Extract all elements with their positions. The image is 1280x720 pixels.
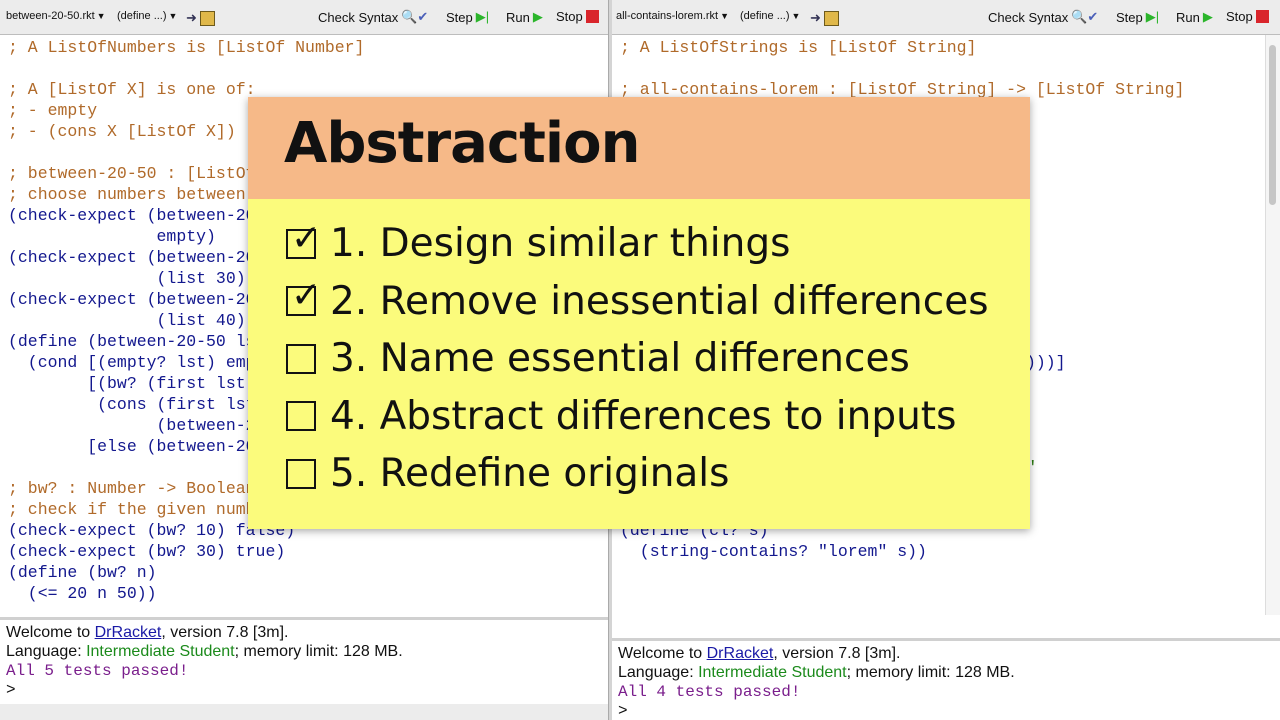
language-line: Language: Intermediate Student; memory l… — [618, 664, 1015, 681]
checklist-item: ✓ 2. Remove inessential differences — [286, 276, 989, 324]
stop-label: Stop — [556, 9, 583, 24]
checked-box-icon: ✓ — [286, 276, 321, 316]
repl-prompt[interactable]: > — [0, 681, 610, 700]
right-toolbar: all-contains-lorem.rkt ▼ (define ...) ▼ ➜ … — [612, 0, 1280, 35]
stop-icon — [585, 10, 599, 23]
welcome-line: Welcome to DrRacket, version 7.8 [3m]. — [618, 645, 901, 662]
left-status-bar — [0, 704, 610, 720]
left-save-button[interactable]: ➜ — [186, 10, 215, 26]
chevron-down-icon: ▼ — [168, 11, 178, 21]
drracket-link[interactable]: DrRacket — [707, 645, 774, 662]
language-name[interactable]: Intermediate Student — [86, 643, 235, 660]
step-label: Step — [1116, 9, 1143, 25]
right-run-button[interactable]: Run ▶ — [1176, 9, 1213, 25]
chevron-down-icon: ▼ — [96, 11, 106, 21]
overlay-body: ✓ 1. Design similar things ✓ 2. Remove ines… — [248, 199, 1030, 529]
step-label: Step — [446, 9, 473, 25]
right-interactions-area[interactable]: Welcome to DrRacket, version 7.8 [3m]. L… — [612, 638, 1280, 720]
checklist-item: 4. Abstract differences to inputs — [286, 394, 956, 439]
step-icon: ▶| — [1145, 9, 1160, 24]
arrow-right-icon: ➜ — [810, 10, 821, 25]
welcome-line: Welcome to DrRacket, version 7.8 [3m]. — [6, 624, 289, 641]
checklist-item-label: 1. Design similar things — [330, 221, 791, 266]
code-line: (check-expect (bw? 30) true) — [8, 542, 286, 561]
right-vertical-scrollbar[interactable] — [1265, 35, 1280, 615]
left-check-syntax-button[interactable]: Check Syntax 🔍✔ — [318, 9, 428, 25]
repl-prompt[interactable]: > — [612, 702, 1280, 720]
save-disk-icon — [199, 10, 215, 26]
code-line: ; A ListOfNumbers is [ListOf Number] — [8, 38, 365, 57]
unchecked-box-icon — [286, 458, 316, 489]
scrollbar-thumb[interactable] — [1269, 45, 1276, 205]
checkmark-icon: ✓ — [291, 217, 322, 259]
overlay-header: Abstraction — [248, 97, 1030, 199]
step-icon: ▶| — [475, 9, 490, 24]
chevron-down-icon: ▼ — [720, 11, 730, 21]
stop-label: Stop — [1226, 9, 1253, 24]
stop-icon — [1255, 10, 1269, 23]
run-label: Run — [506, 9, 530, 25]
magnifier-check-icon: 🔍✔ — [1071, 9, 1099, 24]
checklist-item-label: 2. Remove inessential differences — [330, 278, 989, 324]
checklist-item: ✓ 1. Design similar things — [286, 218, 791, 266]
arrow-right-icon: ➜ — [186, 10, 197, 25]
check-syntax-label: Check Syntax — [318, 9, 399, 25]
right-define-menu[interactable]: (define ...) ▼ — [740, 10, 800, 22]
code-line: (<= 20 n 50)) — [8, 584, 157, 603]
right-file-menu[interactable]: all-contains-lorem.rkt ▼ — [616, 10, 729, 22]
check-syntax-label: Check Syntax — [988, 9, 1069, 25]
checklist-item-label: 5. Redefine originals — [330, 451, 730, 496]
left-run-button[interactable]: Run ▶ — [506, 9, 543, 25]
code-line: (string-contains? "lorem" s)) — [620, 542, 927, 561]
left-toolbar: between-20-50.rkt ▼ (define ...) ▼ ➜ Check… — [0, 0, 610, 35]
unchecked-box-icon — [286, 343, 316, 374]
left-define-menu[interactable]: (define ...) ▼ — [117, 10, 177, 22]
magnifier-check-icon: 🔍✔ — [401, 9, 429, 24]
checklist-item-label: 3. Name essential differences — [330, 336, 910, 381]
checkmark-icon: ✓ — [291, 275, 322, 316]
right-save-button[interactable]: ➜ — [810, 10, 839, 26]
checklist-item: 3. Name essential differences — [286, 336, 910, 381]
run-label: Run — [1176, 9, 1200, 25]
checked-box-icon: ✓ — [286, 218, 321, 259]
left-interactions-area[interactable]: Welcome to DrRacket, version 7.8 [3m]. L… — [0, 617, 610, 707]
left-step-button[interactable]: Step ▶| — [446, 9, 489, 25]
test-result: All 5 tests passed! — [6, 662, 189, 680]
left-stop-button[interactable]: Stop — [556, 9, 599, 24]
overlay-title: Abstraction — [284, 111, 640, 176]
unchecked-box-icon — [286, 401, 316, 431]
abstraction-overlay: Abstraction ✓ 1. Design similar things ✓ 2.… — [248, 97, 1030, 529]
code-line: (define (bw? n) — [8, 563, 157, 582]
test-result: All 4 tests passed! — [618, 683, 801, 701]
run-icon: ▶ — [532, 9, 543, 24]
right-stop-button[interactable]: Stop — [1226, 9, 1269, 24]
right-step-button[interactable]: Step ▶| — [1116, 9, 1159, 25]
code-line: ; A ListOfStrings is [ListOf String] — [620, 38, 977, 57]
language-line: Language: Intermediate Student; memory l… — [6, 643, 403, 660]
left-file-menu[interactable]: between-20-50.rkt ▼ — [6, 10, 106, 22]
checklist-item: 5. Redefine originals — [286, 451, 729, 496]
run-icon: ▶ — [1202, 9, 1213, 24]
chevron-down-icon: ▼ — [791, 11, 801, 21]
drracket-link[interactable]: DrRacket — [95, 624, 162, 641]
right-check-syntax-button[interactable]: Check Syntax 🔍✔ — [988, 9, 1098, 25]
save-disk-icon — [823, 10, 839, 26]
language-name[interactable]: Intermediate Student — [698, 664, 847, 681]
checklist-item-label: 4. Abstract differences to inputs — [330, 393, 957, 439]
